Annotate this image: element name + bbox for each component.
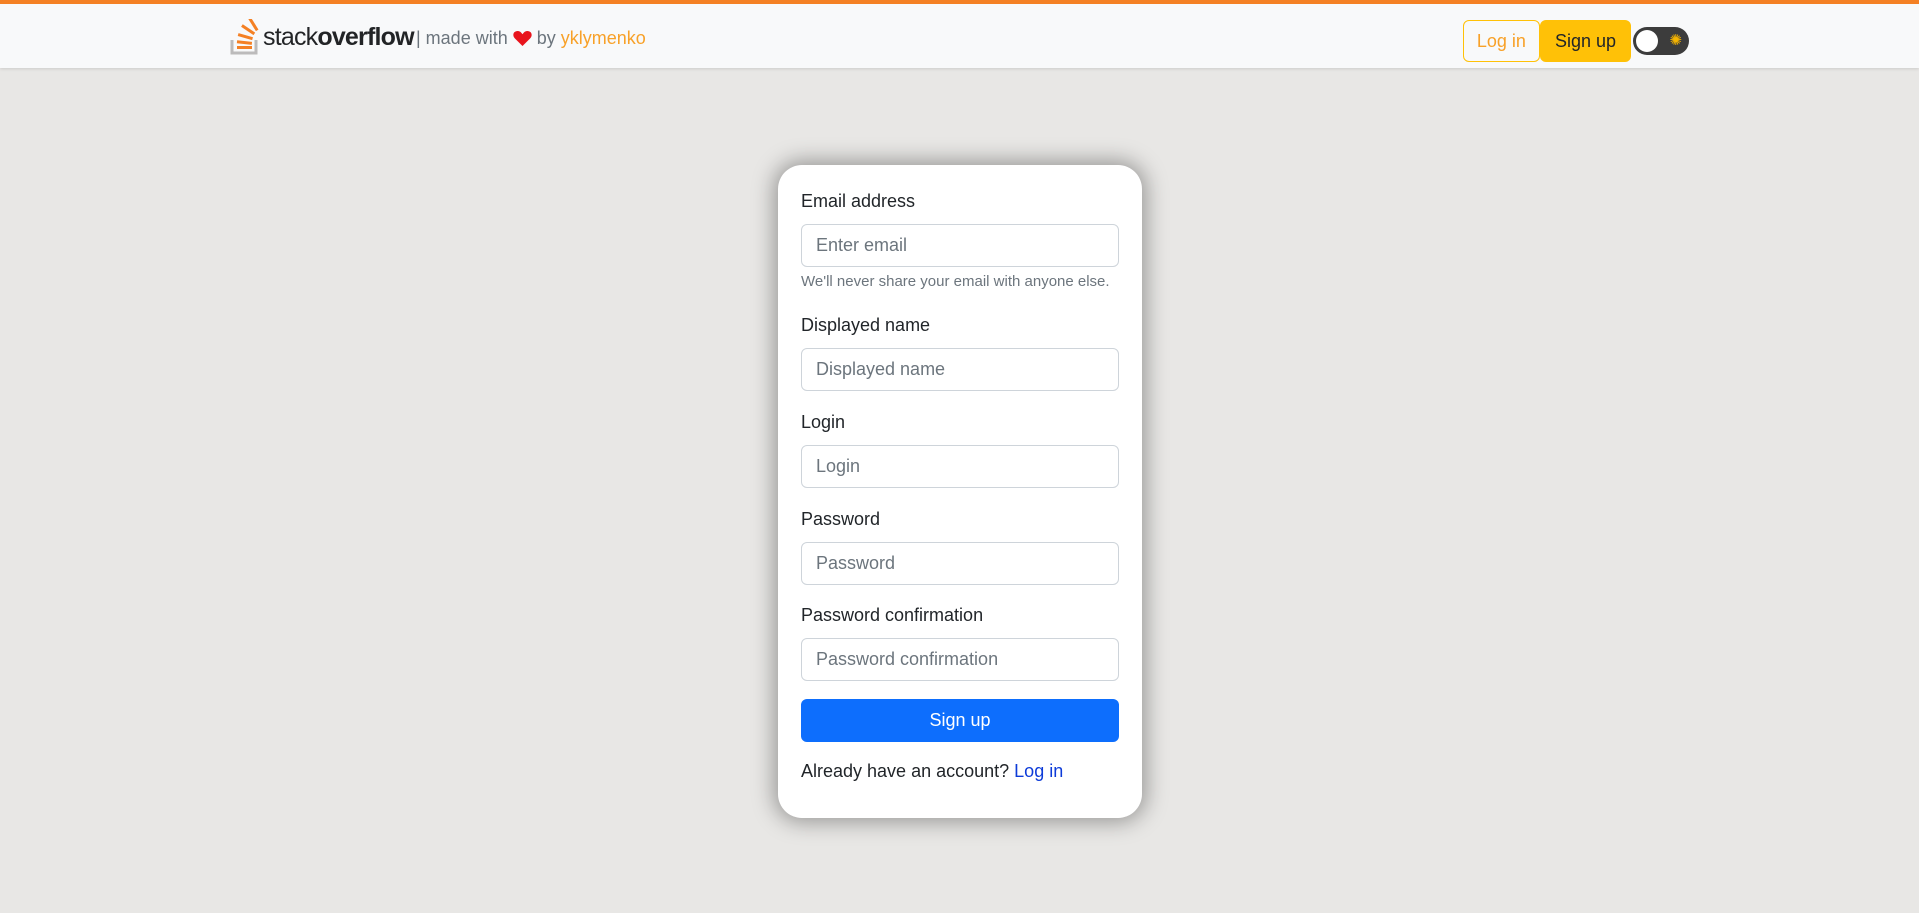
nav-actions: Log in Sign up ✺: [1462, 20, 1689, 62]
credits: | made with by yklymenko: [416, 28, 646, 49]
signup-card: Email address We'll never share your ema…: [778, 165, 1142, 818]
brand-logo[interactable]: stackoverflow: [230, 18, 415, 56]
author-link[interactable]: yklymenko: [561, 28, 646, 49]
signup-submit-button[interactable]: Sign up: [801, 699, 1119, 742]
theme-toggle[interactable]: ✺: [1633, 27, 1689, 55]
password-confirmation-field[interactable]: [801, 638, 1119, 681]
signup-button[interactable]: Sign up: [1539, 20, 1631, 62]
login-link[interactable]: Log in: [1014, 761, 1063, 781]
email-field[interactable]: [801, 224, 1119, 267]
email-label: Email address: [801, 191, 916, 211]
heart-icon: [513, 30, 532, 47]
password-group: Password: [801, 509, 1119, 585]
login-label: Login: [801, 412, 846, 432]
password-field[interactable]: [801, 542, 1119, 585]
logo-wordmark: stackoverflow: [263, 22, 415, 51]
email-help-text: We'll never share your email with anyone…: [801, 273, 1110, 290]
password-label: Password: [801, 509, 881, 529]
credits-prefix: | made with: [416, 28, 508, 48]
login-prompt: Already have an account? Log in: [801, 761, 1063, 782]
credits-by: by: [536, 28, 556, 48]
login-prompt-text: Already have an account?: [801, 761, 1010, 781]
email-group: Email address We'll never share your ema…: [801, 191, 1119, 290]
login-field[interactable]: [801, 445, 1119, 488]
displayed-name-field[interactable]: [801, 348, 1119, 391]
login-button[interactable]: Log in: [1462, 20, 1540, 62]
toggle-knob: [1636, 30, 1658, 52]
login-group: Login: [801, 412, 1119, 488]
stackoverflow-logo-icon: [230, 19, 259, 55]
top-navbar: stackoverflow | made with by yklymenko L…: [0, 0, 1919, 68]
password-confirmation-group: Password confirmation: [801, 605, 1119, 681]
displayed-name-label: Displayed name: [801, 315, 931, 335]
sun-icon: ✺: [1669, 32, 1682, 49]
password-confirmation-label: Password confirmation: [801, 605, 984, 625]
displayed-name-group: Displayed name: [801, 315, 1119, 391]
